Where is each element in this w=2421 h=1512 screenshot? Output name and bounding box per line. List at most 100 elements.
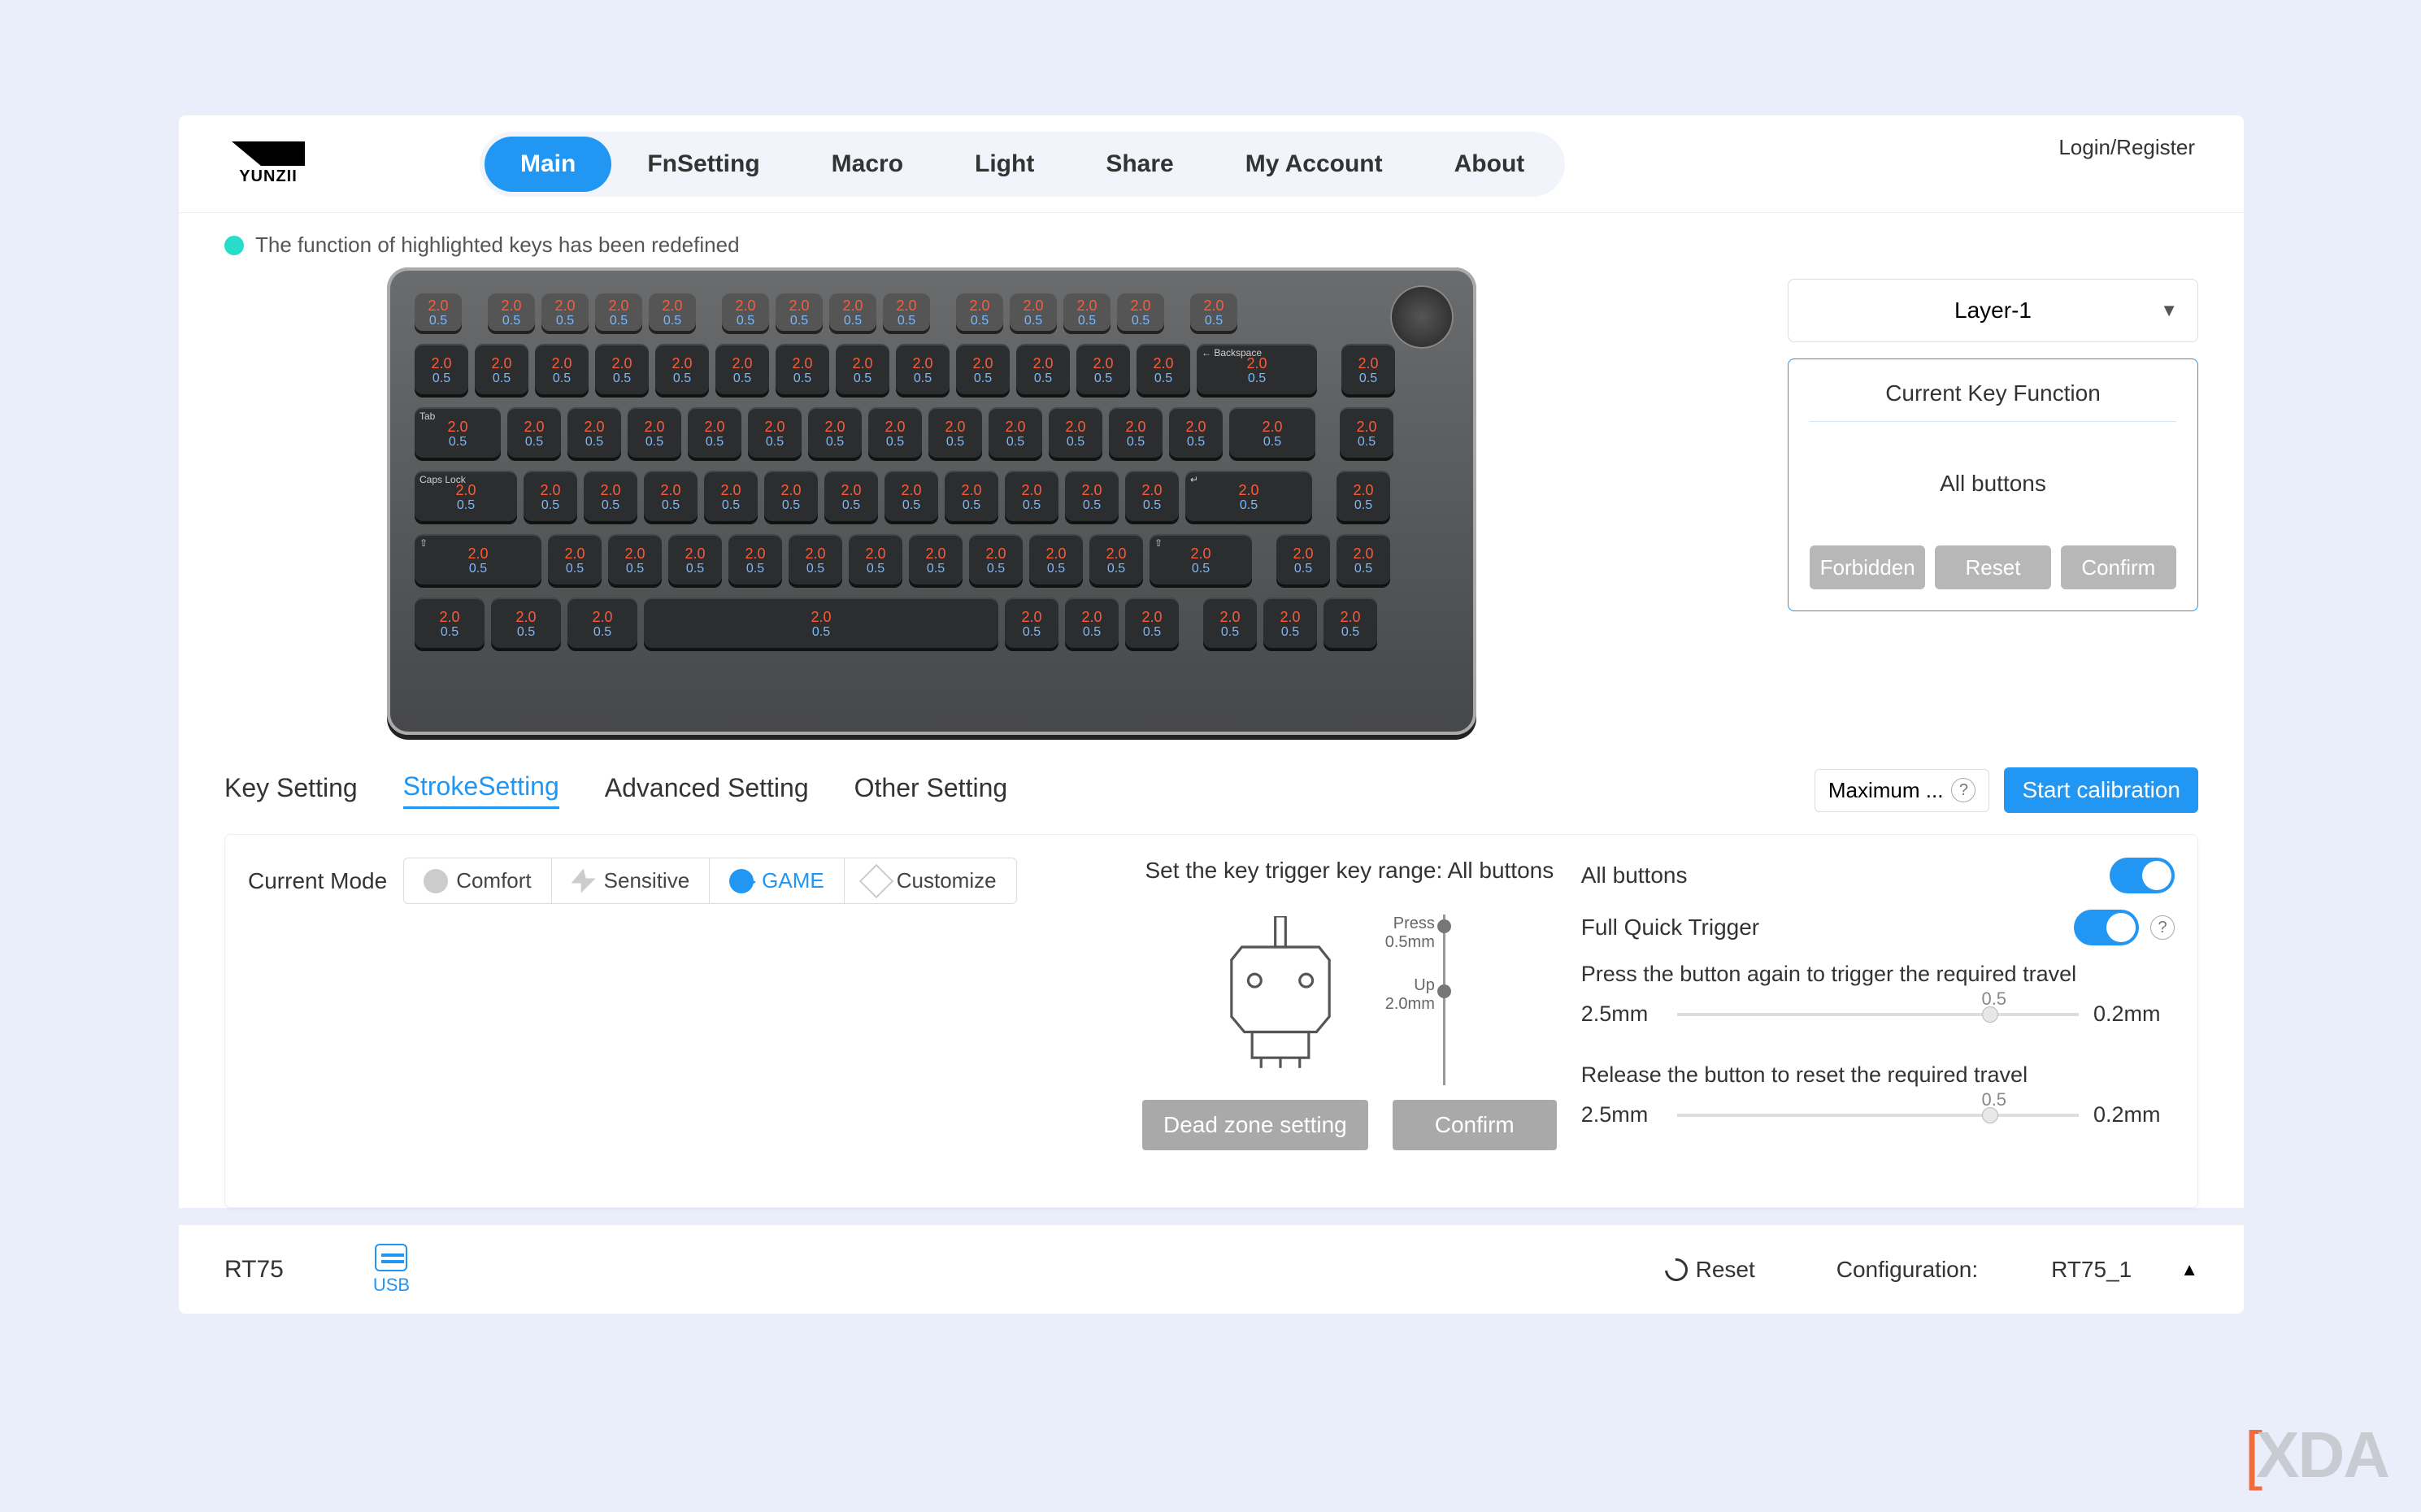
nav-macro[interactable]: Macro bbox=[796, 137, 939, 192]
keycap[interactable]: 2.00.5 bbox=[1324, 597, 1377, 651]
keycap[interactable]: 2.00.5 bbox=[722, 292, 769, 334]
rotary-knob[interactable] bbox=[1390, 285, 1454, 349]
keycap[interactable]: 2.00.5 bbox=[728, 534, 782, 588]
keycap[interactable]: 2.00.5 bbox=[1125, 471, 1179, 524]
tab-key-setting[interactable]: Key Setting bbox=[224, 773, 358, 808]
layer-select[interactable]: Layer-1 ▼ bbox=[1788, 279, 2198, 342]
keycap[interactable]: 2.00.5 bbox=[535, 344, 589, 398]
keycap[interactable]: 2.00.5 bbox=[928, 407, 982, 461]
keycap[interactable]: 2.00.5 bbox=[956, 292, 1003, 334]
keycap[interactable]: 2.00.5 bbox=[688, 407, 741, 461]
keycap[interactable]: 2.00.5 bbox=[969, 534, 1023, 588]
chevron-up-icon[interactable]: ▲ bbox=[2180, 1259, 2198, 1280]
nav-light[interactable]: Light bbox=[939, 137, 1070, 192]
keycap[interactable]: 2.00.5 bbox=[1229, 407, 1315, 461]
nav-main[interactable]: Main bbox=[485, 137, 611, 192]
keycap[interactable]: 2.00.5 bbox=[764, 471, 818, 524]
keycap[interactable]: 2.00.5 bbox=[1065, 597, 1119, 651]
keycap[interactable]: 2.00.5 bbox=[541, 292, 589, 334]
keycap[interactable]: 2.00.5 bbox=[704, 471, 758, 524]
keycap[interactable]: 2.00.5 bbox=[649, 292, 696, 334]
footer-reset-button[interactable]: Reset bbox=[1665, 1257, 1755, 1283]
keycap[interactable]: 2.00.5 bbox=[488, 292, 535, 334]
keycap[interactable]: Tab2.00.5 bbox=[415, 407, 501, 461]
keycap[interactable]: ⇧2.00.5 bbox=[415, 534, 541, 588]
keycap[interactable]: 2.00.5 bbox=[1089, 534, 1143, 588]
keycap[interactable]: 2.00.5 bbox=[655, 344, 709, 398]
help-icon[interactable]: ? bbox=[2150, 915, 2175, 940]
keycap[interactable]: 2.00.5 bbox=[989, 407, 1042, 461]
keycap[interactable]: ↵2.00.5 bbox=[1185, 471, 1312, 524]
travel-range-diagram[interactable]: Press0.5mm Up2.0mm bbox=[1394, 915, 1484, 1085]
keycap[interactable]: 2.00.5 bbox=[808, 407, 862, 461]
keycap[interactable]: 2.00.5 bbox=[1076, 344, 1130, 398]
keycap[interactable]: 2.00.5 bbox=[748, 407, 802, 461]
confirm-button[interactable]: Confirm bbox=[2061, 545, 2176, 589]
keycap[interactable]: 2.00.5 bbox=[1341, 344, 1395, 398]
keycap[interactable]: 2.00.5 bbox=[1049, 407, 1102, 461]
keycap[interactable]: 2.00.5 bbox=[1340, 407, 1393, 461]
all-buttons-toggle[interactable] bbox=[2110, 858, 2175, 893]
confirm-travel-button[interactable]: Confirm bbox=[1393, 1100, 1557, 1150]
keycap[interactable]: 2.00.5 bbox=[1005, 597, 1058, 651]
nav-about[interactable]: About bbox=[1419, 137, 1561, 192]
full-quick-trigger-toggle[interactable] bbox=[2074, 910, 2139, 945]
keycap[interactable]: 2.00.5 bbox=[1117, 292, 1164, 334]
keycap[interactable]: 2.00.5 bbox=[824, 471, 878, 524]
keycap[interactable]: 2.00.5 bbox=[1203, 597, 1257, 651]
keycap[interactable]: 2.00.5 bbox=[595, 292, 642, 334]
mode-game[interactable]: GAME bbox=[709, 858, 844, 903]
keycap[interactable]: 2.00.5 bbox=[715, 344, 769, 398]
keycap[interactable]: 2.00.5 bbox=[415, 597, 485, 651]
keycap[interactable]: 2.00.5 bbox=[415, 344, 468, 398]
forbidden-button[interactable]: Forbidden bbox=[1810, 545, 1925, 589]
keycap[interactable]: 2.00.5 bbox=[644, 597, 998, 651]
mode-customize[interactable]: Customize bbox=[844, 858, 1016, 903]
keycap[interactable]: 2.00.5 bbox=[644, 471, 698, 524]
start-calibration-button[interactable]: Start calibration bbox=[2004, 767, 2198, 813]
keycap[interactable]: 2.00.5 bbox=[548, 534, 602, 588]
reset-button[interactable]: Reset bbox=[1935, 545, 2050, 589]
keycap[interactable]: 2.00.5 bbox=[1137, 344, 1190, 398]
keycap[interactable]: 2.00.5 bbox=[415, 292, 462, 334]
help-icon[interactable]: ? bbox=[1951, 778, 1975, 802]
keycap[interactable]: ← Backspace2.00.5 bbox=[1197, 344, 1317, 398]
configuration-value[interactable]: RT75_1 bbox=[2051, 1257, 2132, 1283]
keycap[interactable]: 2.00.5 bbox=[668, 534, 722, 588]
keycap[interactable]: 2.00.5 bbox=[849, 534, 902, 588]
login-register-link[interactable]: Login/Register bbox=[2058, 135, 2195, 160]
keycap[interactable]: 2.00.5 bbox=[595, 344, 649, 398]
keycap[interactable]: 2.00.5 bbox=[1063, 292, 1111, 334]
keycap[interactable]: 2.00.5 bbox=[1276, 534, 1330, 588]
keycap[interactable]: 2.00.5 bbox=[1010, 292, 1057, 334]
tab-stroke-setting[interactable]: StrokeSetting bbox=[403, 771, 559, 809]
keycap[interactable]: 2.00.5 bbox=[1109, 407, 1163, 461]
keycap[interactable]: 2.00.5 bbox=[584, 471, 637, 524]
keycap[interactable]: 2.00.5 bbox=[567, 407, 621, 461]
keycap[interactable]: 2.00.5 bbox=[1005, 471, 1058, 524]
keycap[interactable]: 2.00.5 bbox=[776, 344, 829, 398]
tab-advanced-setting[interactable]: Advanced Setting bbox=[605, 773, 809, 808]
dead-zone-button[interactable]: Dead zone setting bbox=[1142, 1100, 1368, 1150]
keycap[interactable]: 2.00.5 bbox=[868, 407, 922, 461]
keycap[interactable]: 2.00.5 bbox=[1029, 534, 1083, 588]
keycap[interactable]: 2.00.5 bbox=[524, 471, 577, 524]
nav-fnsetting[interactable]: FnSetting bbox=[611, 137, 795, 192]
keyboard-visual[interactable]: 2.00.52.00.52.00.52.00.52.00.52.00.52.00… bbox=[387, 267, 1476, 735]
keycap[interactable]: 2.00.5 bbox=[829, 292, 876, 334]
mode-sensitive[interactable]: Sensitive bbox=[551, 858, 710, 903]
nav-myaccount[interactable]: My Account bbox=[1210, 137, 1419, 192]
keycap[interactable]: 2.00.5 bbox=[1125, 597, 1179, 651]
keycap[interactable]: Caps Lock2.00.5 bbox=[415, 471, 517, 524]
keycap[interactable]: 2.00.5 bbox=[475, 344, 528, 398]
mode-comfort[interactable]: Comfort bbox=[404, 858, 550, 903]
connection-usb[interactable]: USB bbox=[373, 1244, 410, 1296]
keycap[interactable]: 2.00.5 bbox=[1169, 407, 1223, 461]
release-travel-slider[interactable]: 2.5mm 0.5 0.2mm bbox=[1581, 1102, 2175, 1127]
keycap[interactable]: 2.00.5 bbox=[1065, 471, 1119, 524]
keycap[interactable]: 2.00.5 bbox=[491, 597, 561, 651]
keycap[interactable]: 2.00.5 bbox=[628, 407, 681, 461]
nav-share[interactable]: Share bbox=[1070, 137, 1209, 192]
tab-other-setting[interactable]: Other Setting bbox=[854, 773, 1008, 808]
keycap[interactable]: 2.00.5 bbox=[1263, 597, 1317, 651]
